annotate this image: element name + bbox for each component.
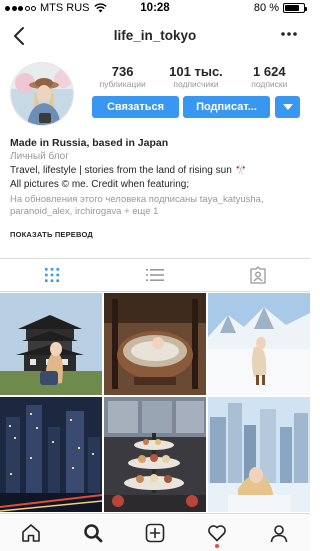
battery-status: 80 % — [253, 2, 307, 14]
follow-button[interactable]: Подписат... — [183, 96, 270, 118]
battery-percent: 80 % — [253, 2, 279, 14]
bio-line-1: Travel, lifestyle | stories from the lan… — [10, 165, 247, 176]
tab-grid[interactable] — [0, 259, 103, 291]
profile-bio: Made in Russia, based in Japan Личный бл… — [10, 136, 305, 242]
battery-fill — [285, 5, 300, 11]
posts-count-value: 736 — [111, 64, 134, 79]
list-icon — [145, 269, 164, 281]
show-translation-link[interactable]: ПОКАЗАТЬ ПЕРЕВОД — [10, 228, 305, 242]
posts-count: 736 публикации — [88, 64, 158, 90]
mutual-followers-note[interactable]: На обновления этого человека подписаны t… — [10, 194, 305, 218]
followers-count-label: подписчики — [173, 79, 219, 89]
profile-view-tabs — [0, 258, 310, 292]
grid-icon — [44, 268, 59, 282]
bottom-tab-bar — [0, 513, 310, 551]
nav-activity[interactable] — [186, 514, 248, 551]
post-thumbnail[interactable] — [104, 397, 206, 512]
bio-name: Made in Russia, based in Japan — [10, 137, 169, 149]
photo-grid — [0, 293, 310, 513]
activity-heart-icon — [208, 524, 226, 541]
profile-stats: 736 публикации 101 тыс. подписчики 1 624… — [86, 64, 306, 90]
profile-avatar[interactable] — [10, 62, 74, 126]
followers-count[interactable]: 101 тыс. подписчики — [161, 64, 231, 90]
activity-notification-dot — [215, 544, 219, 548]
tab-tagged[interactable] — [207, 259, 310, 291]
followers-count-value: 101 тыс. — [169, 64, 223, 79]
post-thumbnail[interactable] — [208, 397, 310, 512]
nav-new-post[interactable] — [124, 514, 186, 551]
tab-list[interactable] — [103, 259, 206, 291]
bio-category: Личный блог — [10, 151, 69, 162]
battery-icon — [283, 3, 307, 13]
nav-bar: life_in_tokyo — [0, 18, 310, 54]
status-bar: MTS RUS 10:28 80 % — [0, 0, 310, 18]
search-icon — [84, 523, 103, 542]
nav-home[interactable] — [0, 514, 62, 551]
posts-count-label: публикации — [99, 79, 146, 89]
suggested-dropdown-button[interactable] — [275, 96, 300, 118]
message-button[interactable]: Связаться — [92, 96, 179, 118]
bio-line-2: All pictures © me. Credit when featuring… — [10, 179, 190, 190]
caret-down-icon — [282, 104, 293, 110]
more-dots-icon[interactable] — [278, 26, 300, 46]
post-thumbnail[interactable] — [0, 397, 102, 512]
nav-profile[interactable] — [248, 514, 310, 551]
tagged-icon — [250, 266, 266, 284]
add-post-icon — [145, 523, 165, 542]
home-icon — [22, 523, 40, 542]
profile-icon — [270, 524, 288, 542]
following-count-label: подписки — [251, 79, 288, 89]
following-count-value: 1 624 — [253, 64, 286, 79]
post-thumbnail[interactable] — [0, 293, 102, 395]
following-count[interactable]: 1 624 подписки — [234, 64, 304, 90]
nav-search[interactable] — [62, 514, 124, 551]
profile-username-title: life_in_tokyo — [113, 28, 197, 43]
post-thumbnail[interactable] — [104, 293, 206, 395]
post-thumbnail[interactable] — [208, 293, 310, 395]
